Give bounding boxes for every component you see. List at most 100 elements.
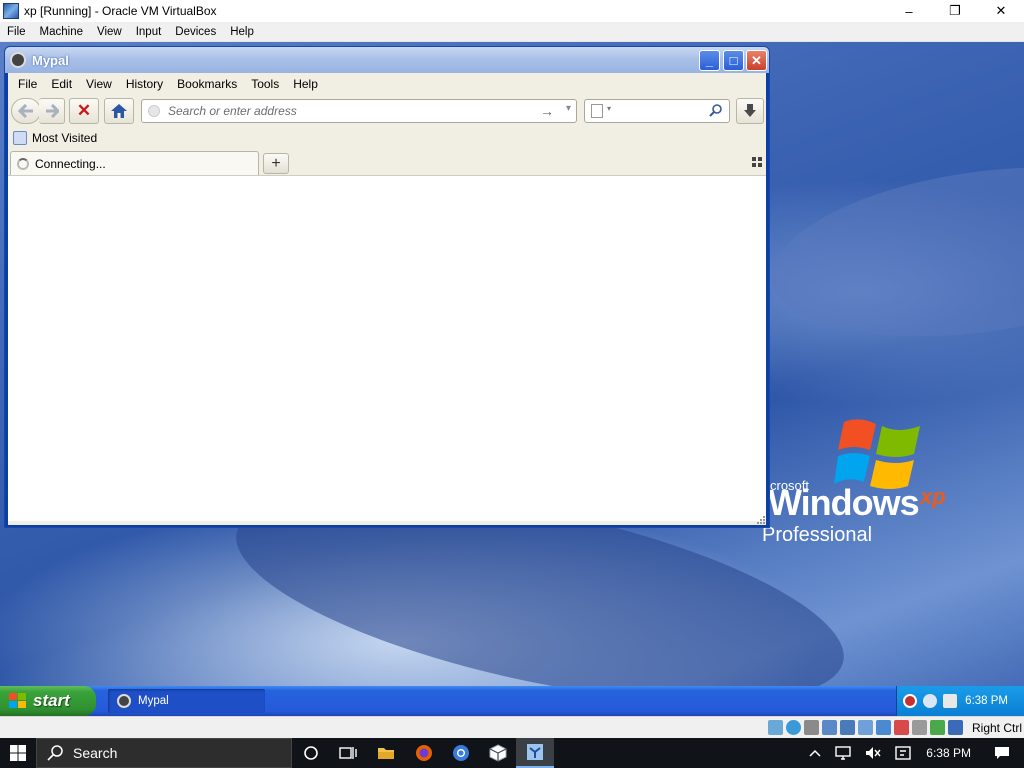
taskbar-virtualbox-vm[interactable] — [516, 738, 554, 768]
vbox-menu-devices[interactable]: Devices — [168, 26, 223, 38]
display-status-icon[interactable] — [876, 720, 891, 735]
keyboard-layout-icon[interactable] — [895, 746, 911, 760]
host-restore-button[interactable]: ❐ — [932, 0, 978, 22]
tab-connecting[interactable]: Connecting... — [10, 151, 259, 175]
xp-start-button[interactable]: start — [0, 686, 96, 716]
volume-muted-icon[interactable] — [865, 746, 881, 760]
xp-taskbar: start Mypal 6:38 PM — [0, 686, 1024, 716]
xp-task-mypal[interactable]: Mypal — [108, 689, 265, 713]
bookmark-most-visited[interactable]: Most Visited — [32, 131, 97, 145]
mypal-menu-history[interactable]: History — [119, 77, 170, 91]
action-center-icon[interactable] — [994, 746, 1010, 760]
host-search-box[interactable]: Search — [36, 738, 292, 768]
loading-spinner-icon — [17, 157, 29, 170]
page-content-area[interactable] — [8, 175, 766, 521]
logo-windows-text: Windows — [768, 482, 920, 523]
mypal-minimize-button[interactable]: _ — [699, 50, 720, 71]
search-engine-dropdown-icon[interactable]: ▾ — [607, 104, 611, 113]
security-shield-icon[interactable] — [903, 694, 917, 708]
home-button[interactable] — [104, 98, 134, 124]
taskbar-firefox[interactable] — [405, 738, 443, 768]
mypal-menu-view[interactable]: View — [79, 77, 119, 91]
downloads-button[interactable] — [736, 98, 764, 124]
search-icon[interactable] — [709, 103, 723, 117]
cortana-button[interactable] — [292, 738, 330, 768]
vbox-menubar: File Machine View Input Devices Help — [0, 22, 1024, 42]
go-arrow-icon[interactable]: → — [540, 103, 554, 119]
tab-list-grip-icon[interactable] — [752, 157, 762, 167]
search-icon — [47, 745, 63, 761]
vbox-menu-file[interactable]: File — [0, 26, 33, 38]
guest-desktop[interactable]: crosoft Windows xp Professional Mypal _ … — [0, 42, 1024, 716]
mouse-integration-status-icon[interactable] — [912, 720, 927, 735]
xp-system-tray: 6:38 PM — [896, 686, 1024, 716]
site-identity-icon — [148, 105, 160, 117]
mypal-menu-file[interactable]: File — [11, 77, 44, 91]
stop-button[interactable]: ✕ — [69, 98, 99, 124]
vbox-menu-help[interactable]: Help — [223, 26, 261, 38]
vbox-menu-input[interactable]: Input — [129, 26, 169, 38]
virtualbox-icon — [3, 3, 19, 19]
network-tray-icon[interactable] — [923, 694, 937, 708]
network-icon[interactable] — [835, 746, 851, 760]
hard-disk-status-icon[interactable] — [768, 720, 783, 735]
network-status-icon[interactable] — [822, 720, 837, 735]
download-arrow-icon — [744, 104, 756, 117]
volume-tray-icon[interactable] — [943, 694, 957, 708]
search-box[interactable]: ▾ — [584, 99, 730, 123]
resize-grip-icon[interactable] — [756, 515, 766, 525]
vbox-window-title: xp [Running] - Oracle VM VirtualBox — [24, 4, 217, 18]
mypal-menu-help[interactable]: Help — [286, 77, 325, 91]
host-key-label[interactable]: Right Ctrl — [972, 721, 1022, 735]
host-minimize-button[interactable]: – — [886, 0, 932, 22]
vbox-menu-machine[interactable]: Machine — [33, 26, 90, 38]
host-start-button[interactable] — [0, 738, 36, 768]
most-visited-icon — [13, 131, 27, 145]
bookmarks-toolbar: Most Visited — [8, 127, 766, 149]
mypal-app-icon — [10, 52, 26, 68]
host-clock[interactable]: 6:38 PM — [926, 746, 971, 760]
shared-folders-status-icon[interactable] — [858, 720, 873, 735]
host-close-button[interactable]: ✕ — [978, 0, 1024, 22]
taskbar-file-explorer[interactable] — [367, 738, 405, 768]
task-view-button[interactable] — [329, 738, 367, 768]
task-view-icon — [339, 747, 357, 759]
forward-button[interactable] — [39, 98, 65, 124]
cpu-status-icon[interactable] — [930, 720, 945, 735]
taskbar-virtualbox-manager[interactable] — [479, 738, 517, 768]
back-button[interactable] — [11, 98, 41, 124]
taskbar-chrome[interactable] — [442, 738, 480, 768]
audio-status-icon[interactable] — [804, 720, 819, 735]
address-bar[interactable]: → ▾ — [141, 99, 577, 123]
history-dropdown-icon[interactable]: ▾ — [566, 103, 571, 114]
search-engine-icon[interactable] — [591, 104, 603, 118]
mypal-titlebar[interactable]: Mypal _ □ ✕ — [5, 47, 769, 73]
host-taskbar: Search 6:38 PM — [0, 738, 1024, 768]
host-system-tray: 6:38 PM — [802, 738, 1024, 768]
address-input[interactable] — [168, 104, 528, 118]
home-icon — [111, 104, 127, 118]
usb-status-icon[interactable] — [840, 720, 855, 735]
optical-drive-status-icon[interactable] — [786, 720, 801, 735]
new-tab-button[interactable]: + — [263, 153, 289, 174]
mypal-menu-tools[interactable]: Tools — [244, 77, 286, 91]
tab-label: Connecting... — [35, 156, 106, 171]
recording-status-icon[interactable] — [894, 720, 909, 735]
mypal-menubar: File Edit View History Bookmarks Tools H… — [8, 73, 766, 95]
wallpaper-swoosh — [760, 143, 1024, 361]
firefox-icon — [416, 745, 432, 761]
file-explorer-icon — [378, 748, 394, 759]
keyboard-status-icon[interactable] — [948, 720, 963, 735]
xp-clock[interactable]: 6:38 PM — [965, 695, 1008, 707]
mypal-close-button[interactable]: ✕ — [746, 50, 767, 71]
mypal-maximize-button[interactable]: □ — [723, 50, 744, 71]
mypal-window-title: Mypal — [32, 52, 69, 68]
vbox-status-bar: Right Ctrl — [0, 716, 1024, 738]
mypal-menu-edit[interactable]: Edit — [44, 77, 79, 91]
mypal-window[interactable]: Mypal _ □ ✕ File Edit View History Bookm… — [4, 46, 770, 528]
virtualbox-cube-icon — [489, 744, 507, 762]
mypal-menu-bookmarks[interactable]: Bookmarks — [170, 77, 244, 91]
vbox-menu-view[interactable]: View — [90, 26, 129, 38]
windows-logo-icon — [10, 745, 26, 761]
tray-overflow-chevron-icon[interactable] — [809, 749, 821, 757]
